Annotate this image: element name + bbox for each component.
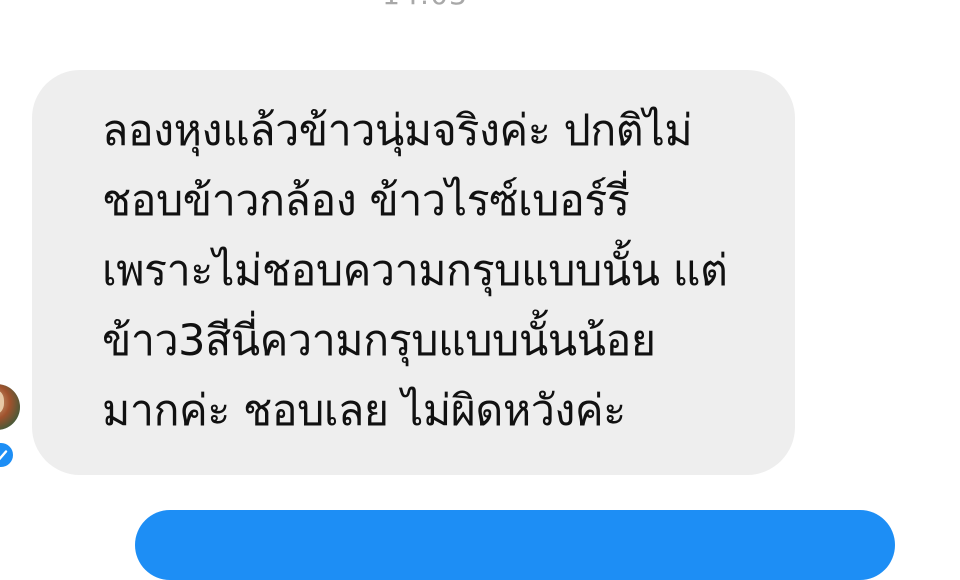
message-line: มากค่ะ ชอบเลย ไม่ผิดหวังค่ะ [102, 386, 626, 436]
verified-badge [0, 440, 16, 470]
received-message-bubble[interactable]: ลองหุงแล้วข้าวนุ่มจริงค่ะ ปกติไม่ ชอบข้า… [32, 70, 795, 475]
message-line: ลองหุงแล้วข้าวนุ่มจริงค่ะ ปกติไม่ [102, 106, 693, 156]
sent-message-bubble[interactable] [135, 510, 895, 580]
sender-avatar[interactable] [0, 384, 20, 430]
message-timestamp: 14:03 [0, 0, 850, 11]
message-line: ชอบข้าวกล้อง ข้าวไรซ์เบอร์รี่ [102, 176, 630, 226]
message-line: ข้าว3สีนี่ความกรุบแบบนั้นน้อย [102, 316, 656, 366]
message-line: เพราะไม่ชอบความกรุบแบบนั้น แต่ [102, 246, 728, 296]
check-icon [0, 450, 8, 461]
avatar-face [0, 390, 4, 414]
